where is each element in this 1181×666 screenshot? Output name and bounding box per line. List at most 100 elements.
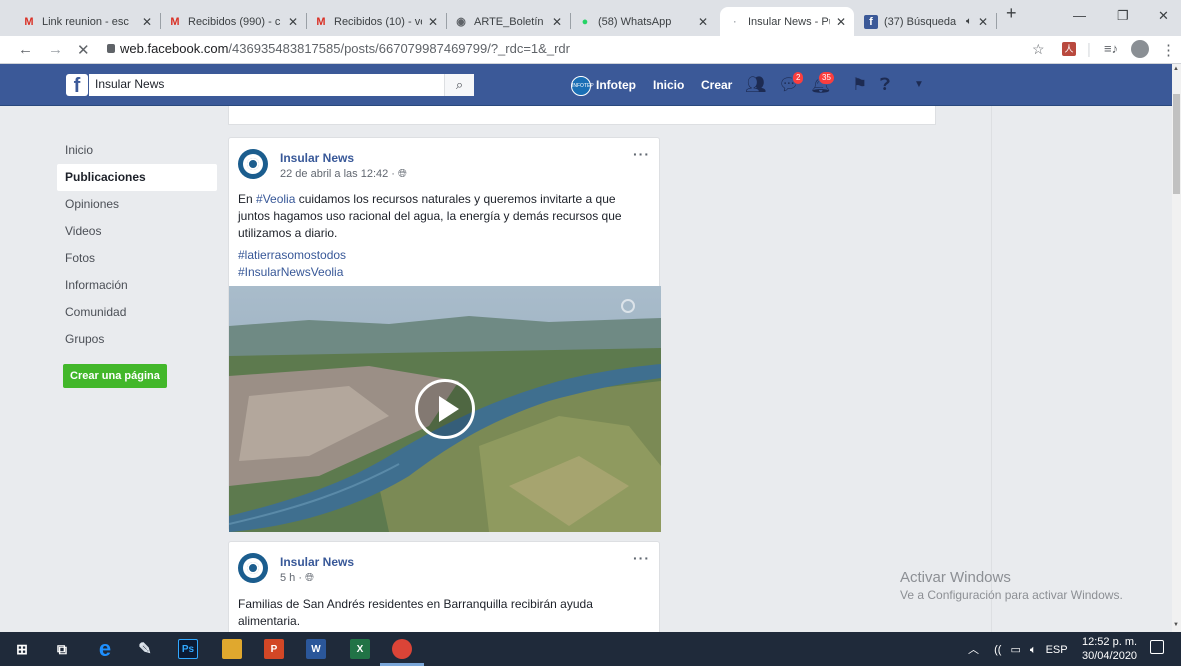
taskbar-clock[interactable]: 12:52 p. m. 30/04/2020 <box>1082 635 1137 663</box>
post-options-icon[interactable]: ··· <box>633 550 650 566</box>
close-tab-icon[interactable]: ✕ <box>288 15 298 29</box>
close-tab-icon[interactable]: ✕ <box>698 15 708 29</box>
page-content: Inicio Publicaciones Opiniones Videos Fo… <box>0 106 1172 632</box>
hashtag-veolia-link[interactable]: #Veolia <box>256 192 295 206</box>
post-options-icon[interactable]: ··· <box>633 146 650 162</box>
close-tab-icon[interactable]: ✕ <box>978 15 988 29</box>
tab-facebook-busqueda[interactable]: f (37) Búsqueda 🔈︎ ✕ <box>856 7 996 36</box>
tab-whatsapp[interactable]: ● (58) WhatsApp ✕ <box>570 7 716 36</box>
tab-gmail-recibidos-10[interactable]: M Recibidos (10) - ve ✕ <box>306 7 446 36</box>
wifi-icon[interactable]: (( <box>994 644 1001 656</box>
public-globe-icon: 🌐︎ <box>398 168 407 180</box>
toolbar-separator: | <box>1087 41 1091 58</box>
speaker-icon: 🔈︎ <box>965 16 972 27</box>
language-indicator[interactable]: ESP <box>1046 644 1068 656</box>
sidebar-item-publicaciones[interactable]: Publicaciones <box>57 164 217 191</box>
post-timestamp[interactable]: 22 de abril a las 12:42 · 🌐︎ <box>280 168 407 181</box>
volume-icon[interactable]: 🔈︎ <box>1030 644 1037 656</box>
stop-loading-icon[interactable]: ✕ <box>77 41 90 59</box>
tab-insular-news-active[interactable]: · Insular News - Pub ✕ <box>720 7 854 36</box>
back-icon[interactable]: ← <box>18 41 33 58</box>
play-button-icon[interactable] <box>415 379 475 439</box>
task-view-icon[interactable]: ⧉ <box>52 639 72 659</box>
tab-title: Link reunion - esc <box>42 15 129 28</box>
internet-explorer-icon[interactable]: e <box>95 636 115 661</box>
nav-create-link[interactable]: Crear <box>701 78 732 92</box>
sidebar-item-inicio[interactable]: Inicio <box>57 137 217 164</box>
sidebar-item-videos[interactable]: Videos <box>57 218 217 245</box>
paint-icon[interactable]: ✎ <box>135 639 155 659</box>
profile-avatar[interactable] <box>1131 40 1149 58</box>
photoshop-icon[interactable]: Ps <box>178 639 198 659</box>
friend-requests-icon[interactable]: 👥︎ <box>745 75 767 95</box>
post-card: Insular News 5 h · 🌐︎ ··· Familias de Sa… <box>228 541 660 632</box>
powerpoint-icon[interactable]: P <box>264 639 284 659</box>
page-scrollbar[interactable]: ▲ ▼ <box>1172 64 1181 632</box>
url-input[interactable]: web.facebook.com/436935483817585/posts/6… <box>120 41 570 56</box>
pdf-extension-icon[interactable]: 人 <box>1062 42 1076 56</box>
account-dropdown-icon[interactable]: ▼ <box>914 79 924 90</box>
gmail-icon: M <box>24 15 34 28</box>
profile-link[interactable]: Infotep <box>596 78 636 92</box>
post-time-text: 22 de abril a las 12:42 · <box>280 168 399 180</box>
sidebar-item-informacion[interactable]: Información <box>57 272 217 299</box>
show-hidden-icons-icon[interactable]: ︿ <box>968 644 979 656</box>
close-tab-icon[interactable]: ✕ <box>552 15 562 29</box>
sidebar-item-grupos[interactable]: Grupos <box>57 326 217 353</box>
word-icon[interactable]: W <box>306 639 326 659</box>
chrome-icon[interactable] <box>392 639 412 659</box>
hashtag-link[interactable]: #InsularNewsVeolia <box>238 264 650 281</box>
post-timestamp[interactable]: 5 h · 🌐︎ <box>280 572 314 585</box>
clock-date: 30/04/2020 <box>1082 650 1138 662</box>
tab-title: ARTE_Boletín Digit <box>474 15 546 28</box>
forward-icon[interactable]: → <box>48 41 63 58</box>
address-bar: ← → ✕ web.facebook.com/436935483817585/p… <box>0 36 1181 64</box>
browser-menu-icon[interactable]: ⋮ <box>1161 41 1176 59</box>
watermark-subtitle: Ve a Configuración para activar Windows. <box>900 588 1123 602</box>
post-author[interactable]: Insular News <box>280 555 354 569</box>
sidebar-item-opiniones[interactable]: Opiniones <box>57 191 217 218</box>
tab-separator <box>996 13 997 29</box>
tab-arte-boletin[interactable]: ◉ ARTE_Boletín Digit ✕ <box>446 7 570 36</box>
sidebar-item-fotos[interactable]: Fotos <box>57 245 217 272</box>
video-player[interactable] <box>229 286 661 532</box>
file-explorer-icon[interactable] <box>222 639 242 659</box>
close-tab-icon[interactable]: ✕ <box>428 15 438 29</box>
restore-icon[interactable]: ❐ <box>1117 8 1129 24</box>
search-icon[interactable]: ⌕ <box>444 74 474 96</box>
minimize-icon[interactable]: — <box>1073 8 1086 23</box>
tab-gmail-link-reunion[interactable]: M Link reunion - esc ✕ <box>14 7 160 36</box>
browser-tab-strip: M Link reunion - esc ✕ M Recibidos (990)… <box>0 0 1181 36</box>
lock-icon <box>107 44 115 53</box>
close-tab-icon[interactable]: ✕ <box>836 15 846 29</box>
scroll-up-icon[interactable]: ▲ <box>1173 66 1179 72</box>
star-bookmark-icon[interactable]: ☆ <box>1032 41 1045 58</box>
create-page-button[interactable]: Crear una página <box>63 364 167 388</box>
post-author[interactable]: Insular News <box>280 151 354 165</box>
url-path: /436935483817585/posts/667079987469799/?… <box>228 41 570 56</box>
hashtag-link[interactable]: #latierrasomostodos <box>238 247 650 264</box>
help-icon[interactable]: ❓︎ <box>880 75 890 95</box>
right-column <box>991 106 1172 632</box>
excel-icon[interactable]: X <box>350 639 370 659</box>
battery-icon[interactable]: ▭ <box>1010 644 1020 656</box>
media-control-icon[interactable]: ≡♪ <box>1104 41 1118 56</box>
close-window-icon[interactable]: ✕ <box>1158 8 1169 24</box>
public-globe-icon: 🌐︎ <box>305 572 314 584</box>
page-avatar[interactable] <box>238 553 268 583</box>
avatar[interactable]: INFOTEP <box>571 76 594 96</box>
search-input[interactable]: Insular News <box>89 74 474 96</box>
windows-start-icon[interactable]: ⊞ <box>12 639 32 659</box>
pages-icon[interactable]: ⚑ <box>852 75 867 95</box>
new-tab-button[interactable]: + <box>1006 3 1017 24</box>
page-avatar[interactable] <box>238 149 268 179</box>
scroll-down-icon[interactable]: ▼ <box>1173 622 1179 628</box>
scrollbar-thumb[interactable] <box>1173 94 1180 194</box>
tab-gmail-recibidos-990[interactable]: M Recibidos (990) - c ✕ <box>160 7 306 36</box>
sidebar-item-comunidad[interactable]: Comunidad <box>57 299 217 326</box>
page-sidebar-nav: Inicio Publicaciones Opiniones Videos Fo… <box>57 137 217 388</box>
action-center-icon[interactable] <box>1150 640 1164 654</box>
nav-home-link[interactable]: Inicio <box>653 78 684 92</box>
facebook-logo-icon[interactable]: f <box>66 74 88 97</box>
close-tab-icon[interactable]: ✕ <box>142 15 152 29</box>
